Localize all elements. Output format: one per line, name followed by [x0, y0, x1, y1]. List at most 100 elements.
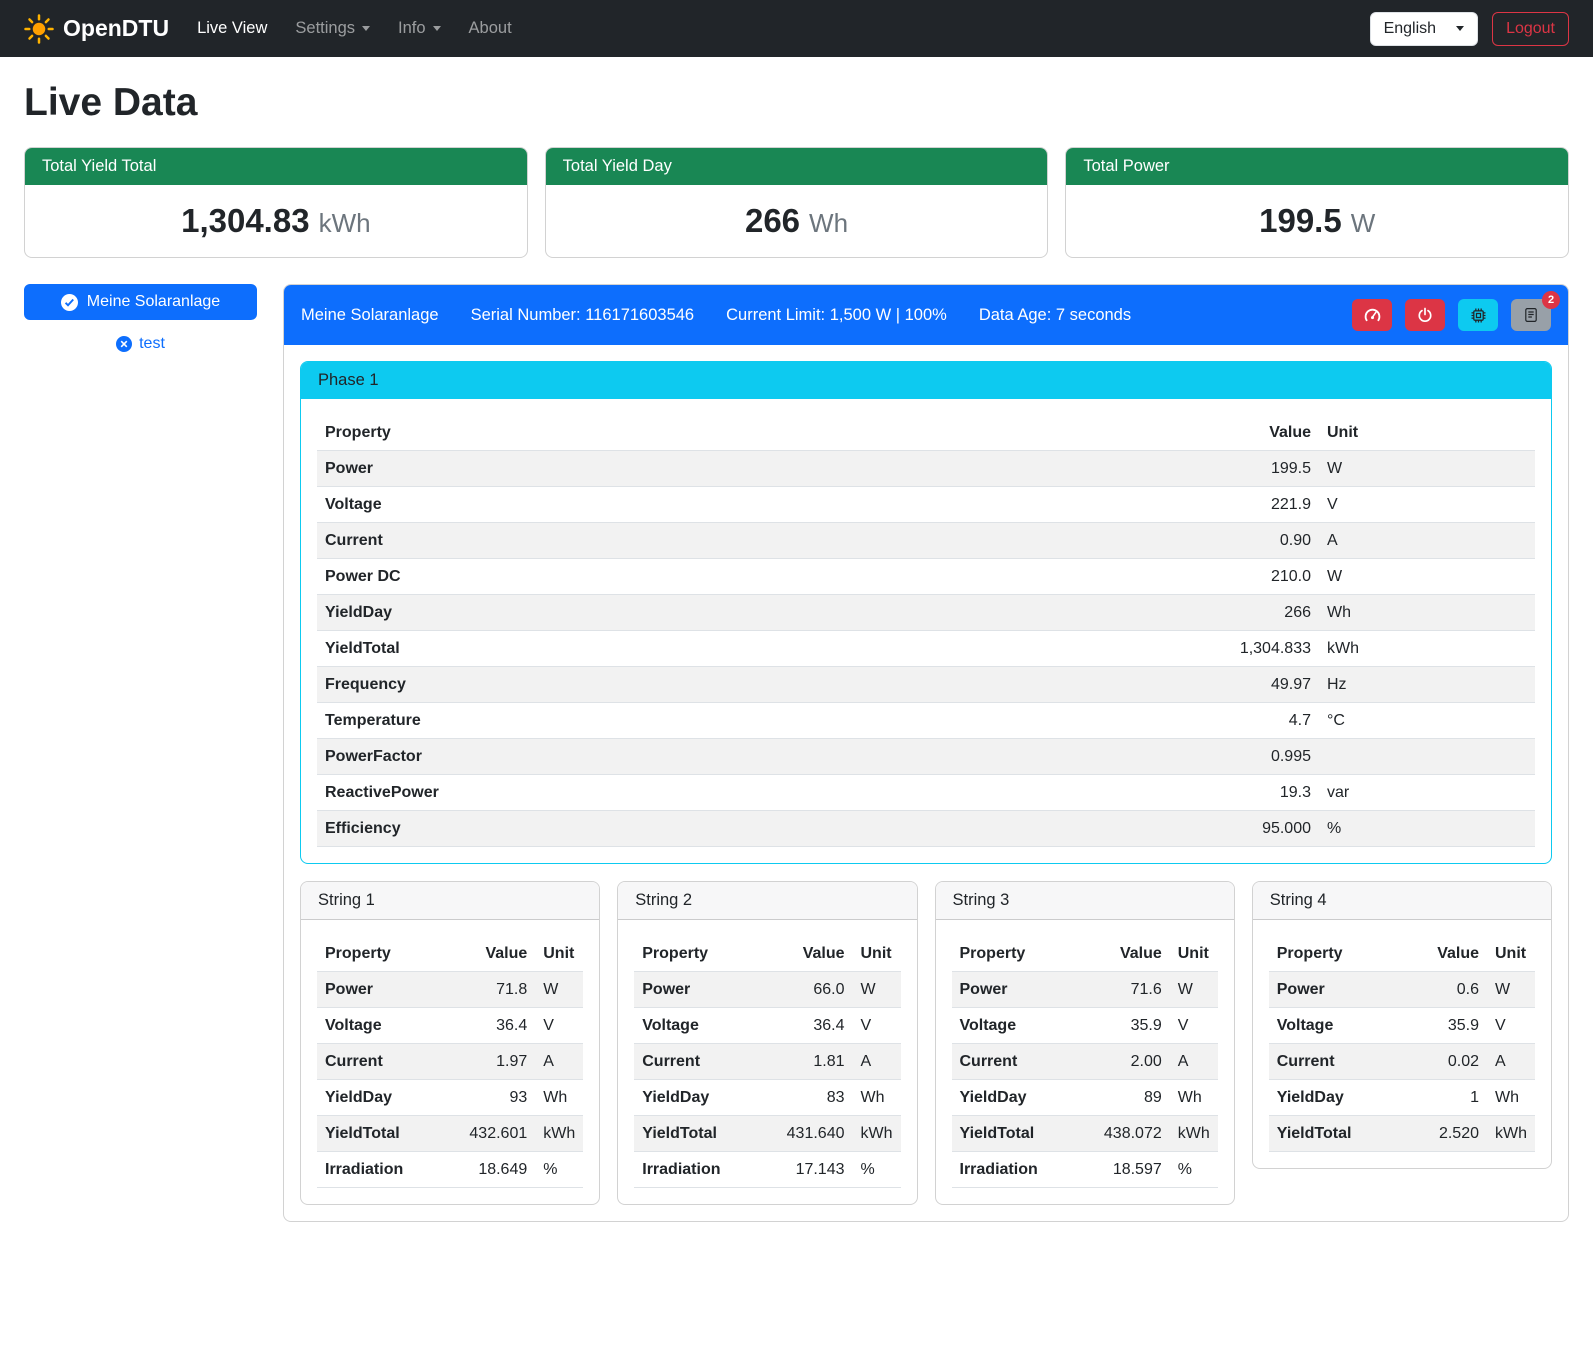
string-title: String 2 — [618, 882, 916, 920]
inverter-select-meine-solaranlage[interactable]: Meine Solaranlage — [24, 284, 257, 320]
col-unit: Unit — [1487, 936, 1535, 972]
unit-cell: Wh — [1319, 595, 1535, 631]
unit-cell: W — [1319, 559, 1535, 595]
main-nav: Live View Settings Info About — [183, 11, 526, 46]
summary-card-total-yield-total: Total Yield Total 1,304.83kWh — [24, 147, 528, 258]
event-log-button[interactable]: 2 — [1511, 299, 1551, 331]
brand-label: OpenDTU — [63, 15, 169, 42]
property-cell: Current — [317, 523, 916, 559]
table-row: Power66.0W — [634, 972, 900, 1008]
col-property: Property — [1269, 936, 1402, 972]
inverter-sidebar: Meine Solaranlage test — [24, 284, 257, 353]
col-property: Property — [317, 936, 439, 972]
value-cell: 0.02 — [1402, 1044, 1487, 1080]
col-unit: Unit — [853, 936, 901, 972]
property-cell: Power — [317, 451, 916, 487]
table-row: Voltage36.4V — [317, 1008, 583, 1044]
summary-card-title: Total Yield Day — [546, 148, 1048, 185]
unit-cell: V — [1487, 1008, 1535, 1044]
navbar: OpenDTU Live View Settings Info About En… — [0, 0, 1593, 57]
col-property: Property — [952, 936, 1074, 972]
property-cell: Frequency — [317, 667, 916, 703]
value-cell: 95.000 — [916, 811, 1319, 847]
property-cell: YieldDay — [317, 595, 916, 631]
property-cell: ReactivePower — [317, 775, 916, 811]
unit-cell: A — [853, 1044, 901, 1080]
table-rows: Power71.8WVoltage36.4VCurrent1.97AYieldD… — [317, 972, 583, 1188]
brand[interactable]: OpenDTU — [24, 14, 169, 44]
nav-live-view[interactable]: Live View — [183, 11, 281, 46]
table-row: Efficiency95.000% — [317, 811, 1535, 847]
unit-cell: kWh — [853, 1116, 901, 1152]
table-row: PowerFactor0.995 — [317, 739, 1535, 775]
current-limit: Current Limit: 1,500 W | 100% — [726, 306, 947, 325]
x-circle-icon — [116, 336, 132, 352]
journal-icon — [1523, 307, 1539, 323]
unit-cell: V — [535, 1008, 583, 1044]
unit-cell: var — [1319, 775, 1535, 811]
inverter-panel: Meine Solaranlage Serial Number: 1161716… — [283, 284, 1569, 1222]
caret-down-icon — [1456, 26, 1464, 31]
page-title: Live Data — [24, 81, 1569, 125]
property-cell: YieldDay — [1269, 1080, 1402, 1116]
unit-cell: W — [535, 972, 583, 1008]
inverter-select-test[interactable]: test — [116, 335, 165, 353]
nav-about[interactable]: About — [455, 11, 526, 46]
table-row: Frequency49.97Hz — [317, 667, 1535, 703]
table-row: Power199.5W — [317, 451, 1535, 487]
property-cell: Voltage — [952, 1008, 1074, 1044]
unit-cell: A — [1319, 523, 1535, 559]
caret-down-icon — [433, 26, 441, 31]
property-cell: YieldTotal — [634, 1116, 756, 1152]
col-property: Property — [634, 936, 756, 972]
property-cell: YieldTotal — [317, 1116, 439, 1152]
table-row: Irradiation17.143% — [634, 1152, 900, 1188]
table-row: Irradiation18.649% — [317, 1152, 583, 1188]
summary-card-unit: W — [1351, 208, 1376, 238]
summary-card-total-power: Total Power 199.5W — [1065, 147, 1569, 258]
unit-cell: % — [1170, 1152, 1218, 1188]
value-cell: 35.9 — [1402, 1008, 1487, 1044]
table-rows: Power71.6WVoltage35.9VCurrent2.00AYieldD… — [952, 972, 1218, 1188]
value-cell: 0.90 — [916, 523, 1319, 559]
table-header-row: Property Value Unit — [317, 936, 583, 972]
nav-settings[interactable]: Settings — [281, 11, 384, 46]
power-toggle-button[interactable] — [1405, 299, 1445, 331]
table-row: Current2.00A — [952, 1044, 1218, 1080]
table-rows: Power66.0WVoltage36.4VCurrent1.81AYieldD… — [634, 972, 900, 1188]
nav-info[interactable]: Info — [384, 11, 455, 46]
property-cell: Voltage — [634, 1008, 756, 1044]
table-row: ReactivePower19.3var — [317, 775, 1535, 811]
unit-cell: kWh — [1170, 1116, 1218, 1152]
language-label: English — [1384, 20, 1436, 38]
summary-card-title: Total Power — [1066, 148, 1568, 185]
table-row: YieldDay89Wh — [952, 1080, 1218, 1116]
device-info-button[interactable] — [1458, 299, 1498, 331]
unit-cell: kWh — [535, 1116, 583, 1152]
language-select[interactable]: English — [1370, 12, 1478, 46]
unit-cell: A — [535, 1044, 583, 1080]
inverter-title: Meine Solaranlage — [301, 306, 439, 325]
col-value: Value — [439, 936, 535, 972]
logout-button[interactable]: Logout — [1492, 12, 1569, 46]
check-circle-icon — [61, 294, 78, 311]
value-cell: 438.072 — [1074, 1116, 1170, 1152]
table-row: Irradiation18.597% — [952, 1152, 1218, 1188]
phase-table: Property Value Unit Power199.5WVoltage22… — [317, 415, 1535, 847]
unit-cell: V — [1170, 1008, 1218, 1044]
property-cell: Current — [317, 1044, 439, 1080]
inverter-panel-header: Meine Solaranlage Serial Number: 1161716… — [284, 285, 1568, 345]
unit-cell: kWh — [1319, 631, 1535, 667]
unit-cell: % — [1319, 811, 1535, 847]
property-cell: Current — [1269, 1044, 1402, 1080]
string-title: String 3 — [936, 882, 1234, 920]
string-card-2: String 2 Property Value Unit — [617, 881, 917, 1205]
table-row: Temperature4.7°C — [317, 703, 1535, 739]
limit-settings-button[interactable] — [1352, 299, 1392, 331]
property-cell: YieldDay — [952, 1080, 1074, 1116]
property-cell: Power — [317, 972, 439, 1008]
phase-title: Phase 1 — [301, 362, 1551, 399]
property-cell: YieldDay — [317, 1080, 439, 1116]
value-cell: 18.649 — [439, 1152, 535, 1188]
property-cell: PowerFactor — [317, 739, 916, 775]
